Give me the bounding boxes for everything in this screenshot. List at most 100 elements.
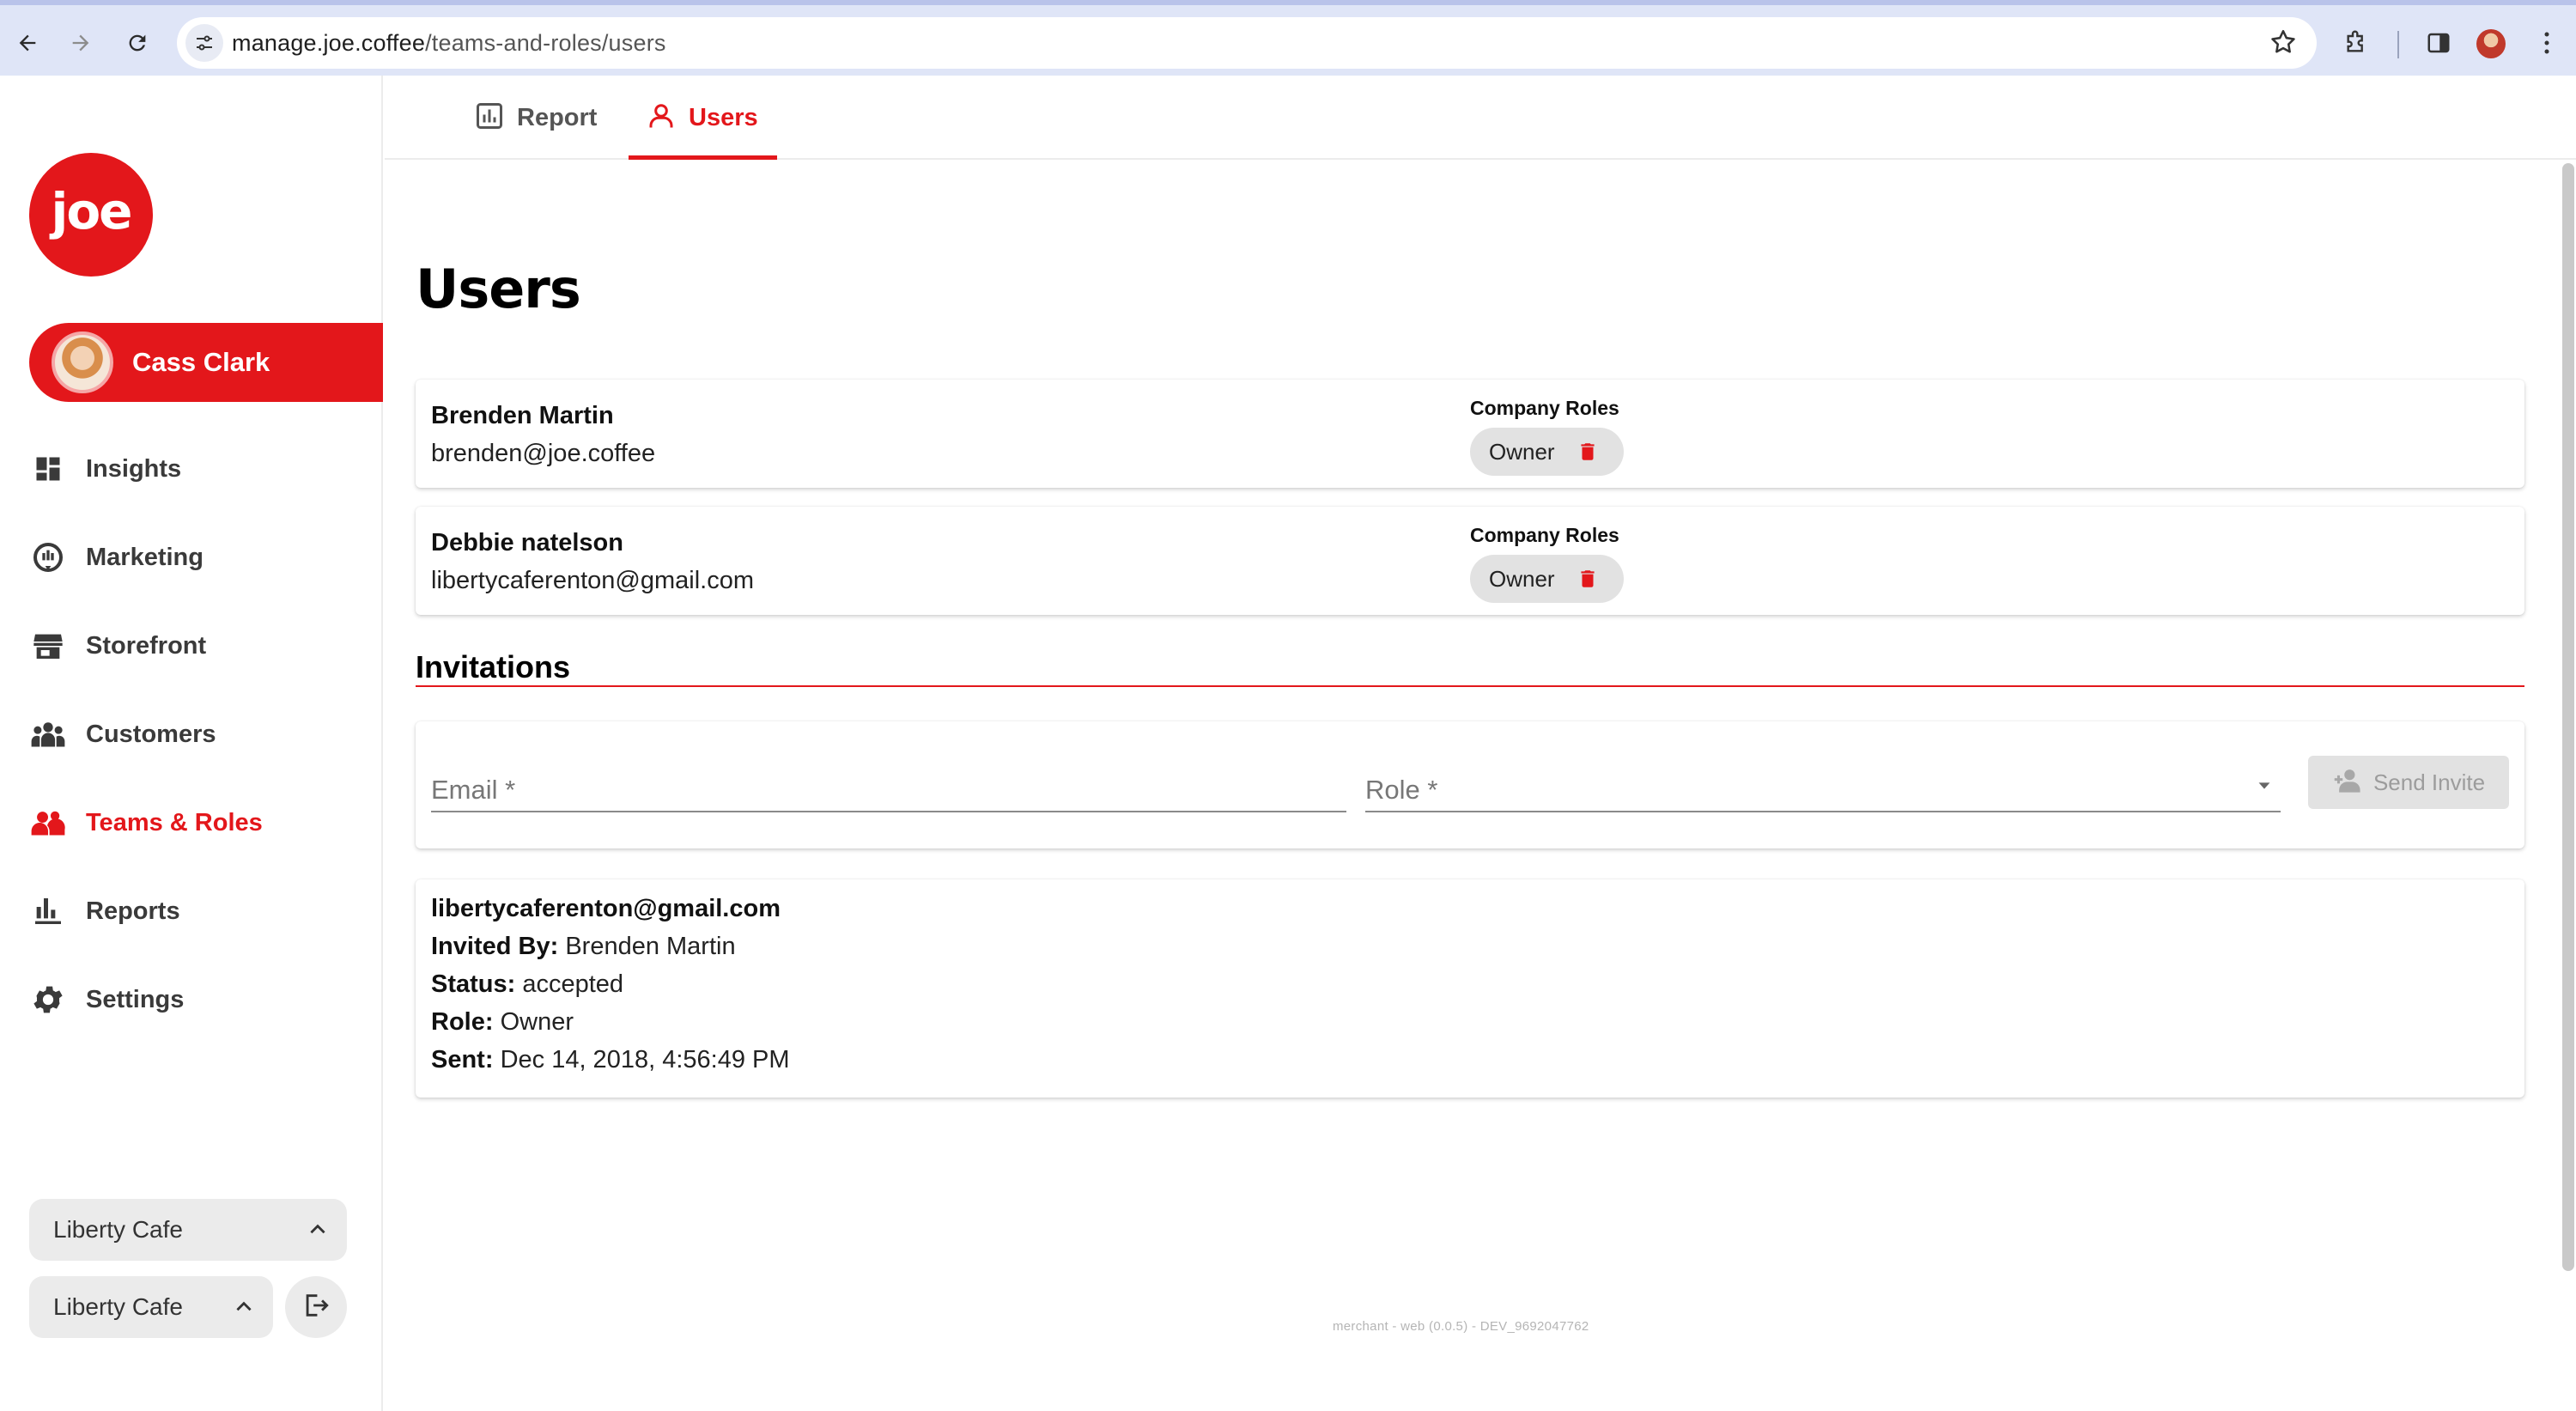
role-chip: Owner [1470,555,1624,603]
send-invite-button[interactable]: Send Invite [2308,756,2509,809]
company-select[interactable]: Liberty Cafe [29,1199,347,1261]
role-chip-label: Owner [1489,438,1555,465]
sidebar-item-teams-roles[interactable]: Teams & Roles [29,797,373,848]
invitation-email-value: libertycaferenton@gmail.com [431,895,781,922]
scrollbar[interactable] [2562,163,2574,1271]
browser-toolbar: manage.joe.coffee/teams-and-roles/users [0,0,2576,76]
user-icon [646,100,677,136]
dashboard-icon [29,450,67,488]
chevron-up-icon [227,1290,261,1324]
trash-icon[interactable] [1574,565,1601,593]
invitation-invited-by: Invited By: Brenden Martin [431,933,736,961]
store-select-value: Liberty Cafe [53,1293,183,1320]
page-title: Users [416,258,581,320]
user-card-name: Debbie natelson [431,529,623,556]
store-select[interactable]: Liberty Cafe [29,1276,273,1338]
url-host: manage.joe.coffee [232,30,426,56]
tab-report[interactable]: Report [474,76,597,160]
storefront-icon [29,627,67,665]
status-label: Status: [431,970,516,998]
tab-label: Users [689,103,758,131]
add-user-icon [2332,768,2365,798]
sidebar: joe Cass Clark Insights Marketing Storef… [0,76,383,1411]
tab-users[interactable]: Users [629,76,777,160]
invitation-item: libertycaferenton@gmail.com Invited By: … [416,879,2524,1098]
tab-bar: Report Users [385,76,2576,160]
role-label: Role: [431,1008,494,1036]
address-bar[interactable]: manage.joe.coffee/teams-and-roles/users [177,17,2317,69]
sidebar-item-label: Marketing [86,543,204,571]
invitations-heading: Invitations [416,649,571,684]
sidebar-item-insights[interactable]: Insights [29,443,373,495]
url-path: /teams-and-roles/users [425,30,666,56]
sent-value: Dec 14, 2018, 4:56:49 PM [500,1046,790,1073]
invitation-sent: Sent: Dec 14, 2018, 4:56:49 PM [431,1046,790,1074]
logout-icon [301,1291,331,1324]
company-select-value: Liberty Cafe [53,1216,183,1243]
sidebar-item-reports[interactable]: Reports [29,885,373,937]
current-user-button[interactable]: Cass Clark [29,323,383,402]
chevron-up-icon [301,1213,335,1247]
user-card: Debbie natelson libertycaferenton@gmail.… [416,507,2524,615]
user-card-name: Brenden Martin [431,402,614,429]
role-chip: Owner [1470,428,1624,476]
sent-label: Sent: [431,1046,494,1073]
site-info-icon[interactable] [185,24,223,62]
send-invite-label: Send Invite [2372,769,2486,795]
extensions-icon[interactable] [2337,24,2375,62]
role-placeholder: Role * [1365,775,1438,805]
logo-text: joe [51,182,132,240]
back-icon[interactable] [7,22,48,64]
caret-down-icon [2255,776,2274,800]
sidebar-item-label: Storefront [86,631,207,660]
sidebar-item-label: Teams & Roles [86,808,263,836]
sidebar-item-label: Insights [86,454,182,483]
report-icon [474,100,505,136]
user-name: Cass Clark [132,347,270,377]
toolbar-divider [2397,31,2399,58]
email-placeholder: Email * [431,775,516,805]
sidebar-item-settings[interactable]: Settings [29,974,373,1025]
user-card: Brenden Martin brenden@joe.coffee Compan… [416,380,2524,488]
invite-form: Email * Role * Send Invite [416,721,2524,848]
user-avatar [52,331,113,393]
company-roles-label: Company Roles [1470,397,1619,419]
side-panel-icon[interactable] [2420,24,2458,62]
invited-by-value: Brenden Martin [565,933,736,960]
url-text: manage.joe.coffee/teams-and-roles/users [232,30,666,57]
sidebar-item-label: Settings [86,985,185,1013]
user-card-email: brenden@joe.coffee [431,440,656,467]
marketing-icon [29,538,67,576]
version-footer: merchant - web (0.0.5) - DEV_9692047762 [1333,1319,1589,1334]
joe-logo[interactable]: joe [29,153,153,277]
tab-label: Report [517,103,598,131]
status-value: accepted [522,970,624,998]
reload-icon[interactable] [117,22,158,64]
browser-menu-icon[interactable] [2528,24,2566,62]
logout-button[interactable] [285,1276,347,1338]
invitation-role: Role: Owner [431,1008,574,1037]
invitation-status: Status: accepted [431,970,623,999]
sidebar-item-customers[interactable]: Customers [29,709,373,760]
trash-icon[interactable] [1574,438,1601,465]
sidebar-item-marketing[interactable]: Marketing [29,532,373,583]
browser-profile-avatar[interactable] [2476,29,2506,58]
forward-icon[interactable] [60,22,101,64]
bookmark-star-icon[interactable] [2269,27,2298,61]
user-card-email: libertycaferenton@gmail.com [431,567,754,594]
invited-by-label: Invited By: [431,933,559,960]
sidebar-item-label: Reports [86,897,180,925]
customers-icon [29,715,67,753]
sidebar-item-storefront[interactable]: Storefront [29,620,373,672]
role-value: Owner [500,1008,574,1036]
email-field[interactable]: Email * [431,761,1346,812]
role-select[interactable]: Role * [1365,761,2281,812]
invitation-email: libertycaferenton@gmail.com [431,895,781,923]
section-divider [416,685,2524,687]
role-chip-label: Owner [1489,565,1555,592]
teams-icon [29,804,67,842]
sidebar-item-label: Customers [86,720,216,748]
gear-icon [29,981,67,1019]
bar-chart-icon [29,892,67,930]
company-roles-label: Company Roles [1470,524,1619,546]
